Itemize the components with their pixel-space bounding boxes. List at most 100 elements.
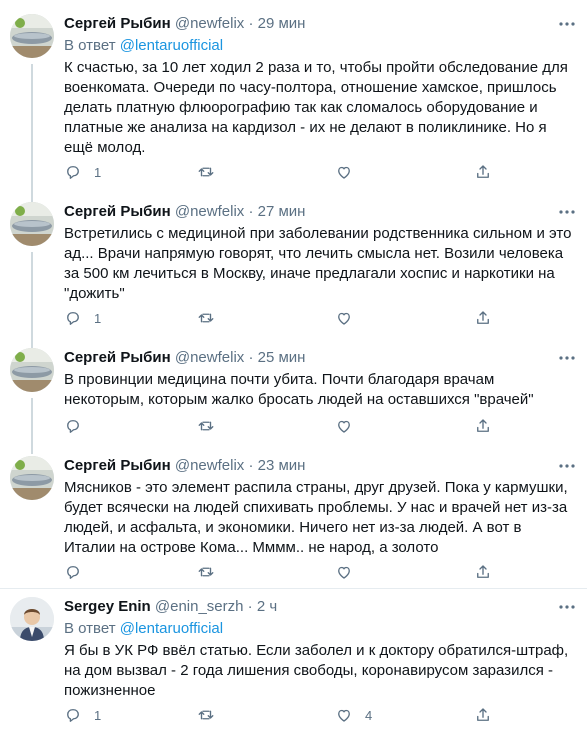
mention-link[interactable]: @lentaruofficial bbox=[120, 37, 223, 54]
like-button[interactable]: 4 bbox=[335, 705, 372, 725]
author-handle[interactable]: @newfelix bbox=[175, 349, 244, 366]
tweet[interactable]: Сергей Рыбин @newfelix · 25 мин В провин… bbox=[0, 336, 587, 444]
author-name[interactable]: Сергей Рыбин bbox=[64, 457, 171, 474]
avatar[interactable] bbox=[10, 202, 54, 246]
tweet-text: Я бы в УК РФ ввёл статью. Если заболел и… bbox=[64, 642, 569, 699]
tweet-header: Сергей Рыбин @newfelix · 27 мин bbox=[64, 202, 573, 222]
tweet[interactable]: Sergey Enin @enin_serzh · 2 ч В ответ @l… bbox=[0, 589, 587, 735]
avatar[interactable] bbox=[10, 597, 54, 641]
fish-avatar-image bbox=[10, 14, 54, 58]
retweet-icon bbox=[198, 167, 214, 177]
reply-icon bbox=[67, 166, 79, 179]
like-icon bbox=[338, 166, 350, 179]
author-name[interactable]: Сергей Рыбин bbox=[64, 349, 171, 366]
share-icon bbox=[477, 165, 489, 178]
more-icon[interactable] bbox=[557, 456, 577, 476]
like-icon bbox=[338, 420, 350, 433]
author-name[interactable]: Sergey Enin bbox=[64, 598, 151, 615]
author-handle[interactable]: @enin_serzh bbox=[155, 598, 244, 615]
timestamp[interactable]: 27 мин bbox=[258, 203, 306, 220]
retweet-button[interactable] bbox=[197, 562, 215, 582]
like-button[interactable] bbox=[335, 162, 365, 182]
separator-dot: · bbox=[248, 15, 254, 32]
tweet-header: Сергей Рыбин @newfelix · 25 мин bbox=[64, 348, 573, 368]
more-icon[interactable] bbox=[557, 348, 577, 368]
reply-icon bbox=[67, 312, 79, 325]
tweet-text: К счастью, за 10 лет ходил 2 раза и то, … bbox=[64, 59, 568, 156]
tweet-actions bbox=[64, 562, 524, 582]
share-icon bbox=[477, 565, 489, 578]
tweet-header: Сергей Рыбин @newfelix · 29 мин bbox=[64, 14, 573, 34]
timestamp[interactable]: 29 мин bbox=[258, 15, 306, 32]
reply-button[interactable]: 1 bbox=[64, 162, 101, 182]
tweet[interactable]: Сергей Рыбин @newfelix · 23 мин Мясников… bbox=[0, 444, 587, 588]
more-icon[interactable] bbox=[557, 202, 577, 222]
tweet-header: Sergey Enin @enin_serzh · 2 ч bbox=[64, 597, 573, 617]
tweet[interactable]: Сергей Рыбин @newfelix · 27 мин Встретил… bbox=[0, 190, 587, 336]
share-button[interactable] bbox=[474, 416, 492, 436]
retweet-button[interactable] bbox=[197, 308, 215, 328]
like-button[interactable] bbox=[335, 308, 365, 328]
like-button[interactable] bbox=[335, 562, 365, 582]
timestamp[interactable]: 23 мин bbox=[258, 457, 306, 474]
retweet-button[interactable] bbox=[197, 162, 215, 182]
tweet-text: Встретились с медициной при заболевании … bbox=[64, 225, 572, 302]
retweet-button[interactable] bbox=[197, 416, 215, 436]
fish-avatar-image bbox=[10, 348, 54, 392]
reply-button[interactable]: 1 bbox=[64, 705, 101, 725]
tweet-actions: 1 bbox=[64, 308, 524, 328]
author-name[interactable]: Сергей Рыбин bbox=[64, 203, 171, 220]
tweet[interactable]: Сергей Рыбин @newfelix · 29 мин В ответ … bbox=[0, 0, 587, 190]
reply-prefix: В ответ bbox=[64, 37, 116, 54]
share-button[interactable] bbox=[474, 562, 492, 582]
retweet-icon bbox=[198, 567, 214, 577]
mention-link[interactable]: @lentaruofficial bbox=[120, 620, 223, 637]
tweet-actions: 1 bbox=[64, 162, 524, 182]
tweet-text: В провинции медицина почти убита. Почти … bbox=[64, 371, 534, 408]
fish-avatar-image bbox=[10, 456, 54, 500]
separator-dot: · bbox=[248, 457, 254, 474]
reply-icon bbox=[67, 420, 79, 433]
retweet-icon bbox=[198, 421, 214, 431]
like-icon bbox=[338, 709, 350, 722]
reply-prefix: В ответ bbox=[64, 620, 116, 637]
like-button[interactable] bbox=[335, 416, 365, 436]
separator-dot: · bbox=[248, 349, 254, 366]
person-avatar-image bbox=[10, 597, 54, 641]
separator-dot: · bbox=[248, 203, 254, 220]
like-icon bbox=[338, 566, 350, 579]
tweet-actions: 1 4 bbox=[64, 705, 524, 725]
reply-button[interactable] bbox=[64, 416, 94, 436]
tweet-header: Сергей Рыбин @newfelix · 23 мин bbox=[64, 456, 573, 476]
tweet-actions bbox=[64, 416, 524, 436]
retweet-button[interactable] bbox=[197, 705, 215, 725]
avatar[interactable] bbox=[10, 456, 54, 500]
share-button[interactable] bbox=[474, 705, 492, 725]
tweet-text: Мясников - это элемент распила страны, д… bbox=[64, 479, 568, 556]
like-icon bbox=[338, 312, 350, 325]
share-icon bbox=[477, 708, 489, 721]
retweet-icon bbox=[198, 313, 214, 323]
timestamp[interactable]: 2 ч bbox=[257, 598, 277, 615]
author-handle[interactable]: @newfelix bbox=[175, 457, 244, 474]
reply-button[interactable]: 1 bbox=[64, 308, 101, 328]
reply-icon bbox=[67, 709, 79, 722]
author-name[interactable]: Сергей Рыбин bbox=[64, 15, 171, 32]
separator-dot: · bbox=[247, 598, 253, 615]
share-button[interactable] bbox=[474, 162, 492, 182]
retweet-icon bbox=[198, 710, 214, 720]
fish-avatar-image bbox=[10, 202, 54, 246]
reply-button[interactable] bbox=[64, 562, 94, 582]
reply-icon bbox=[67, 566, 79, 579]
author-handle[interactable]: @newfelix bbox=[175, 15, 244, 32]
avatar[interactable] bbox=[10, 14, 54, 58]
like-count: 4 bbox=[365, 707, 373, 723]
share-button[interactable] bbox=[474, 308, 492, 328]
timestamp[interactable]: 25 мин bbox=[258, 349, 306, 366]
author-handle[interactable]: @newfelix bbox=[175, 203, 244, 220]
avatar[interactable] bbox=[10, 348, 54, 392]
reply-count: 1 bbox=[94, 164, 102, 180]
more-icon[interactable] bbox=[557, 14, 577, 34]
more-icon[interactable] bbox=[557, 597, 577, 617]
share-icon bbox=[477, 419, 489, 432]
